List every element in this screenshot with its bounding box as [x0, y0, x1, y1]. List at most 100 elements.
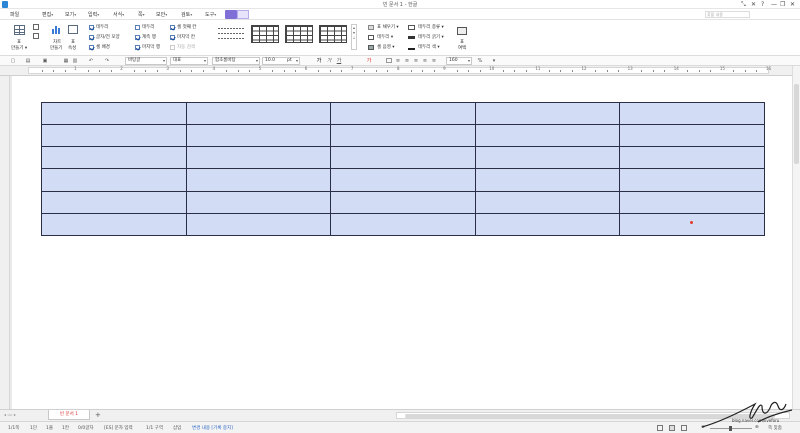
- print-icon[interactable]: ▦: [63, 58, 69, 64]
- shade-menu[interactable]: 셀 음영 ▾: [377, 44, 395, 50]
- table-cell[interactable]: [330, 190, 476, 214]
- scrollbar-thumb[interactable]: [794, 84, 799, 164]
- help-icon[interactable]: ?: [761, 1, 764, 8]
- border-icon[interactable]: [368, 35, 374, 40]
- bold-icon[interactable]: 가: [316, 58, 322, 64]
- checkbox-last-col[interactable]: [170, 35, 175, 40]
- fill-icon[interactable]: [368, 25, 374, 30]
- table-cell[interactable]: [474, 168, 621, 192]
- checkbox-cell-bg[interactable]: [89, 45, 94, 50]
- props-button-line2[interactable]: 속성: [68, 45, 76, 51]
- border-type-menu[interactable]: 테두리 종류 ▾: [418, 24, 444, 30]
- table-cell[interactable]: [619, 146, 765, 170]
- close-ribbon-icon[interactable]: ✕: [751, 1, 756, 8]
- table-cell[interactable]: [619, 190, 765, 214]
- table-button-line2[interactable]: 만들기 ▾: [11, 45, 27, 51]
- checkbox-border[interactable]: [89, 25, 94, 30]
- table-props-icon[interactable]: [68, 25, 78, 34]
- table-cell[interactable]: [474, 101, 621, 126]
- table-cell[interactable]: [619, 212, 765, 237]
- document-table[interactable]: [41, 101, 765, 237]
- table-cell[interactable]: [330, 101, 476, 126]
- menu-format[interactable]: 서식▾: [113, 11, 124, 18]
- table-cell[interactable]: [41, 146, 187, 170]
- table-style-grid-2[interactable]: [285, 25, 313, 43]
- table-cell[interactable]: [474, 212, 621, 237]
- add-tab-button[interactable]: +: [95, 411, 101, 419]
- table-cell[interactable]: [41, 190, 187, 214]
- table-cell[interactable]: [185, 101, 332, 126]
- table-icon[interactable]: [14, 25, 25, 35]
- edit-icon[interactable]: [33, 24, 39, 30]
- border-width-icon[interactable]: [408, 36, 415, 39]
- table-cell[interactable]: [41, 124, 187, 148]
- menu-security[interactable]: 보안▾: [156, 11, 167, 18]
- align-left-icon[interactable]: ≡: [395, 58, 401, 64]
- menu-file[interactable]: 파일: [10, 11, 19, 18]
- underline-icon[interactable]: 가: [336, 58, 342, 64]
- minimize-button[interactable]: —: [771, 1, 777, 8]
- table-cell[interactable]: [41, 212, 187, 237]
- table-cell[interactable]: [330, 168, 476, 192]
- tab-document[interactable]: 빈 문서 1: [48, 410, 90, 420]
- status-track-changes[interactable]: 변경 내용 [기록 중지]: [192, 425, 233, 431]
- menu-tools[interactable]: 도구▾: [205, 11, 216, 18]
- border-color-icon[interactable]: [408, 45, 415, 50]
- italic-icon[interactable]: 가: [326, 58, 332, 64]
- view-page-icon[interactable]: [669, 425, 675, 431]
- table-cell[interactable]: [185, 190, 332, 214]
- gallery-scroll[interactable]: ▴ ▾ ⇣: [351, 24, 357, 50]
- table-cell[interactable]: [185, 146, 332, 170]
- table-cell[interactable]: [185, 212, 332, 237]
- table-cell[interactable]: [330, 212, 476, 237]
- table-design-tab[interactable]: [225, 10, 237, 19]
- open-icon[interactable]: ▤: [25, 58, 31, 64]
- align-justify-icon[interactable]: [386, 58, 392, 63]
- table-cell[interactable]: [474, 146, 621, 170]
- table-style-grid-1[interactable]: [251, 25, 279, 43]
- zoom-dropdown-icon[interactable]: ▾: [491, 58, 497, 64]
- chart-button-line2[interactable]: 만들기: [50, 45, 62, 51]
- status-insert[interactable]: 삽입: [173, 425, 181, 431]
- cell-margin-icon[interactable]: [457, 27, 467, 35]
- redo-icon[interactable]: ↷: [104, 58, 110, 64]
- checkbox-auto[interactable]: [170, 45, 175, 50]
- font-color-icon[interactable]: 가: [366, 58, 372, 64]
- shade-icon[interactable]: [368, 45, 374, 50]
- font-select[interactable]: 함초롬바탕 ▾: [212, 57, 260, 65]
- align-right-icon[interactable]: ≡: [404, 58, 410, 64]
- menu-page[interactable]: 쪽▾: [138, 11, 145, 18]
- checkbox-header-row[interactable]: [135, 25, 140, 30]
- table-cell[interactable]: [619, 124, 765, 148]
- horizontal-ruler[interactable]: 1 2 3 4 5 6 7 8 9 10 11 12 13 14 15 16: [0, 66, 792, 76]
- table-cell[interactable]: [41, 101, 187, 126]
- fill-menu[interactable]: 표 채우기 ▾: [377, 24, 399, 30]
- checkbox-char-shape[interactable]: [89, 35, 94, 40]
- table-style-grid-3[interactable]: [319, 25, 347, 43]
- split-icon[interactable]: ≡: [431, 58, 437, 64]
- zoom-select[interactable]: 160 ▾: [446, 57, 472, 65]
- preview-icon[interactable]: ▥: [72, 58, 78, 64]
- table-style-plain[interactable]: [218, 25, 246, 45]
- undo-icon[interactable]: ↶: [88, 58, 94, 64]
- distribute-icon[interactable]: ≡: [422, 58, 428, 64]
- table-cell[interactable]: [474, 124, 621, 148]
- checkbox-total-row[interactable]: [135, 35, 140, 40]
- table-layout-tab[interactable]: [237, 10, 249, 19]
- checkbox-last-row[interactable]: [135, 45, 140, 50]
- view-web-icon[interactable]: [681, 425, 687, 431]
- align-center-icon[interactable]: ≡: [413, 58, 419, 64]
- border-width-menu[interactable]: 테두리 굵기 ▾: [418, 34, 444, 40]
- menu-insert[interactable]: 입력▾: [88, 11, 99, 18]
- margin-button-line2[interactable]: 여백: [458, 45, 466, 51]
- tab-nav-arrows[interactable]: ◂ ◃ ▹ ▸: [4, 412, 16, 417]
- style-select[interactable]: 바탕글 ▾: [125, 57, 167, 65]
- table-cell[interactable]: [474, 190, 621, 214]
- table-cell[interactable]: [185, 168, 332, 192]
- table-cell[interactable]: [41, 168, 187, 192]
- table-cell[interactable]: [619, 101, 765, 126]
- table-cell[interactable]: [185, 124, 332, 148]
- language-select[interactable]: 대표 ▾: [170, 57, 208, 65]
- vertical-ruler[interactable]: [0, 76, 10, 409]
- status-input-mode[interactable]: [ES] 문자 입력: [104, 425, 133, 431]
